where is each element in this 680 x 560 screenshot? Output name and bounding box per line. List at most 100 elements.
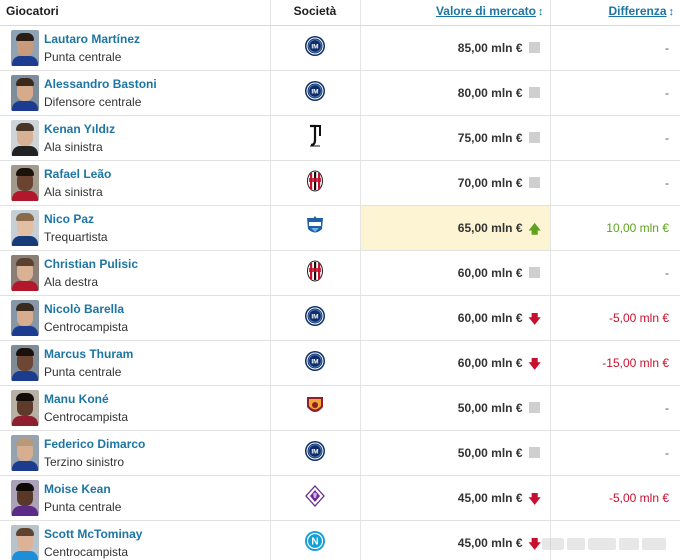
sort-arrows-icon[interactable]: ↕ [669, 6, 675, 18]
player-name-link[interactable]: Manu Koné [44, 390, 128, 408]
player-name-link[interactable]: Federico Dimarco [44, 435, 145, 453]
inter-crest-icon[interactable]: IM [304, 440, 326, 465]
header-difference[interactable]: Differenza ↕ [550, 0, 680, 26]
player-photo[interactable] [11, 479, 39, 516]
difference-cell: - [550, 115, 680, 161]
market-value: 65,00 mln € [457, 220, 523, 235]
no-change-icon [528, 86, 540, 98]
player-name-link[interactable]: Rafael Leão [44, 165, 111, 183]
player-position: Punta centrale [44, 49, 122, 64]
table-row: Moise Kean Punta centrale 45,00 mln € 🡇 -… [0, 475, 680, 521]
table-row: Federico Dimarco Terzino sinistro IM 50,… [0, 430, 680, 476]
header-market-value[interactable]: Valore di mercato ↕ [360, 0, 551, 26]
watermark [542, 536, 672, 552]
value-difference: -5,00 mln € [608, 310, 669, 325]
player-name-link[interactable]: Moise Kean [44, 480, 121, 498]
market-value-cell: 50,00 mln € [360, 430, 551, 476]
sort-arrows-icon[interactable]: ↕ [538, 6, 544, 18]
svg-text:IM: IM [311, 359, 318, 366]
market-value-cell: 60,00 mln € [360, 250, 551, 296]
svg-text:IM: IM [311, 89, 318, 96]
club-cell [270, 160, 361, 206]
table-row: Nicolò Barella Centrocampista IM 60,00 m… [0, 295, 680, 341]
value-difference: -15,00 mln € [602, 355, 669, 370]
player-photo[interactable] [11, 209, 39, 246]
player-name-link[interactable]: Kenan Yıldız [44, 120, 115, 138]
player-name-link[interactable]: Scott McTominay [44, 525, 142, 543]
player-cell: Lautaro Martínez Punta centrale [0, 25, 271, 71]
milan-crest-icon[interactable] [306, 260, 324, 285]
como-crest-icon[interactable] [304, 215, 326, 240]
market-value: 45,00 mln € [457, 535, 523, 550]
player-position: Centrocampista [44, 319, 129, 334]
player-name-link[interactable]: Lautaro Martínez [44, 30, 140, 48]
sort-difference-link[interactable]: Differenza [608, 4, 666, 18]
no-change-icon [528, 446, 540, 458]
player-cell: Scott McTominay Centrocampista [0, 520, 271, 560]
svg-text:IM: IM [311, 314, 318, 321]
table-row: Kenan Yıldız Ala sinistra 75,00 mln € - [0, 115, 680, 161]
svg-text:IM: IM [311, 449, 318, 456]
player-name-link[interactable]: Marcus Thuram [44, 345, 133, 363]
player-photo[interactable] [11, 254, 39, 291]
difference-cell: - [550, 25, 680, 71]
market-value: 85,00 mln € [457, 40, 523, 55]
player-photo[interactable] [11, 389, 39, 426]
table-row: Rafael Leão Ala sinistra 70,00 mln € - [0, 160, 680, 206]
player-cell: Marcus Thuram Punta centrale [0, 340, 271, 386]
club-cell [270, 205, 361, 251]
club-cell: IM [270, 295, 361, 341]
player-photo[interactable] [11, 74, 39, 111]
player-photo[interactable] [11, 299, 39, 336]
market-value-cell: 75,00 mln € [360, 115, 551, 161]
market-value: 60,00 mln € [457, 265, 523, 280]
napoli-crest-icon[interactable]: N [304, 530, 326, 555]
player-position: Punta centrale [44, 499, 122, 514]
player-name-link[interactable]: Alessandro Bastoni [44, 75, 157, 93]
player-name-link[interactable]: Nicolò Barella [44, 300, 128, 318]
club-cell: N [270, 520, 361, 560]
player-photo[interactable] [11, 434, 39, 471]
roma-crest-icon[interactable] [305, 395, 325, 420]
table-row: Lautaro Martínez Punta centrale IM 85,00… [0, 25, 680, 71]
player-photo[interactable] [11, 164, 39, 201]
table-row: Christian Pulisic Ala destra 60,00 mln €… [0, 250, 680, 296]
value-difference: - [665, 400, 669, 415]
inter-crest-icon[interactable]: IM [304, 350, 326, 375]
value-difference: 10,00 mln € [606, 220, 669, 235]
player-photo[interactable] [11, 29, 39, 66]
player-position: Trequartista [44, 229, 108, 244]
market-value-cell: 45,00 mln € 🡇 [360, 520, 551, 560]
player-position: Ala destra [44, 274, 99, 289]
market-value: 80,00 mln € [457, 85, 523, 100]
milan-crest-icon[interactable] [306, 170, 324, 195]
market-value-cell: 45,00 mln € 🡇 [360, 475, 551, 521]
inter-crest-icon[interactable]: IM [304, 305, 326, 330]
player-cell: Rafael Leão Ala sinistra [0, 160, 271, 206]
trend-down-icon: 🡇 [528, 491, 541, 506]
juventus-crest-icon[interactable] [306, 124, 324, 151]
market-value: 70,00 mln € [457, 175, 523, 190]
player-photo[interactable] [11, 344, 39, 381]
player-name-link[interactable]: Christian Pulisic [44, 255, 138, 273]
fiorentina-crest-icon[interactable] [304, 485, 326, 510]
market-value-cell: 60,00 mln € 🡇 [360, 295, 551, 341]
player-position: Centrocampista [44, 544, 129, 559]
player-photo[interactable] [11, 524, 39, 560]
difference-cell: - [550, 70, 680, 116]
club-cell: IM [270, 70, 361, 116]
player-cell: Alessandro Bastoni Difensore centrale [0, 70, 271, 116]
no-change-icon [528, 131, 540, 143]
player-name-link[interactable]: Nico Paz [44, 210, 108, 228]
trend-down-icon: 🡇 [528, 311, 541, 326]
club-cell [270, 475, 361, 521]
player-cell: Nicolò Barella Centrocampista [0, 295, 271, 341]
svg-text:IM: IM [311, 44, 318, 51]
player-photo[interactable] [11, 119, 39, 156]
club-cell [270, 250, 361, 296]
inter-crest-icon[interactable]: IM [304, 80, 326, 105]
value-difference: -5,00 mln € [608, 490, 669, 505]
inter-crest-icon[interactable]: IM [304, 35, 326, 60]
sort-market-value-link[interactable]: Valore di mercato [436, 4, 536, 18]
table-row: Alessandro Bastoni Difensore centrale IM… [0, 70, 680, 116]
